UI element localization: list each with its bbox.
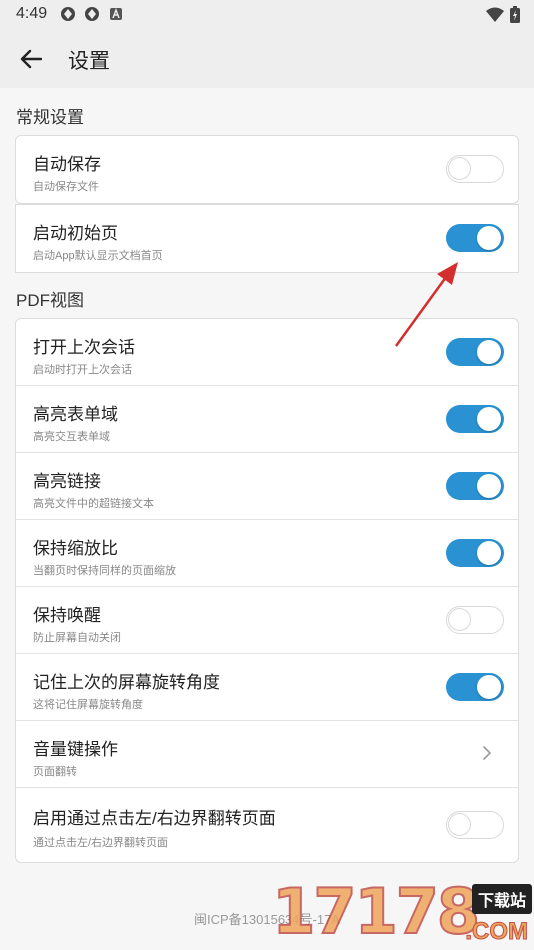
watermark-domain: .COM: [465, 918, 529, 946]
watermark-logo: 17178: [271, 874, 481, 949]
arrow-head-icon: [437, 262, 458, 285]
footer: 闽ICP备13015634号-17A 17178 下载站 .COM: [0, 874, 534, 950]
annotation-arrow: [394, 262, 458, 347]
arrow-shaft: [394, 272, 451, 347]
watermark-badge: 下载站: [471, 884, 532, 914]
